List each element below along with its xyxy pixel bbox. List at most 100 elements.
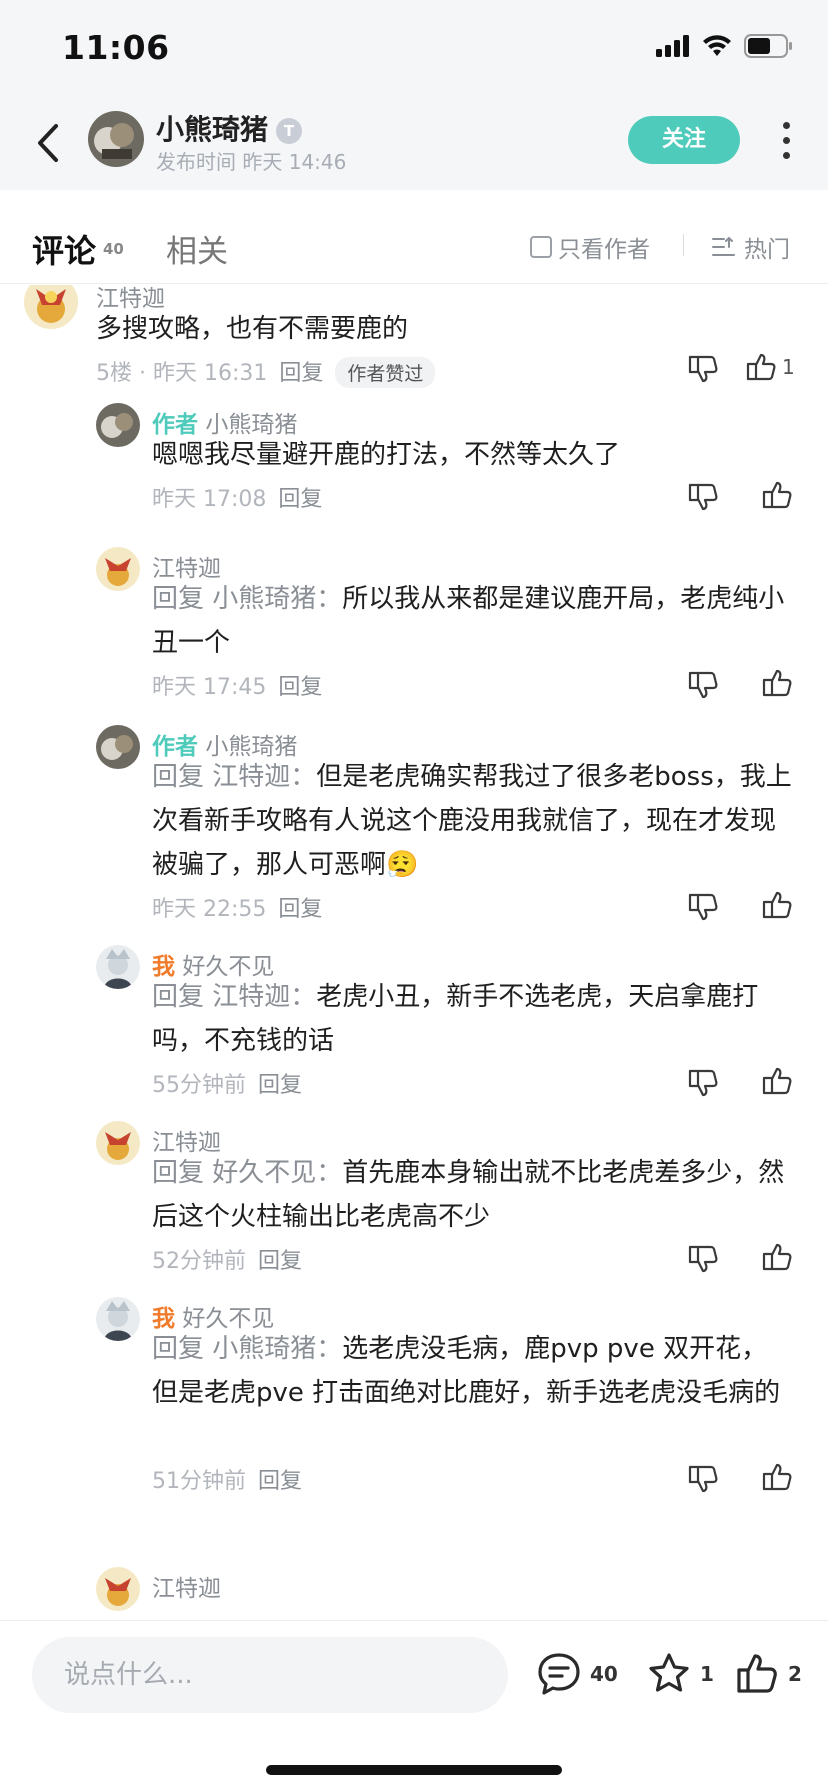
comment-meta: 昨天 17:08 回复: [152, 481, 322, 513]
author-name-text: 小熊琦猪: [156, 113, 269, 146]
commenter-avatar[interactable]: [96, 547, 140, 591]
reply-item: 江特迦 回复 好久不见：首先鹿本身输出就不比老虎差多少，然后这个火柱输出比老虎高…: [0, 1121, 828, 1296]
reply-button[interactable]: 回复: [279, 361, 323, 386]
like-icon[interactable]: [744, 351, 778, 385]
like-icon[interactable]: [760, 1461, 794, 1495]
star-icon: [649, 1653, 689, 1692]
author-name[interactable]: 小熊琦猪 T: [156, 108, 303, 148]
like-icon[interactable]: [760, 479, 794, 513]
dislike-icon[interactable]: [686, 667, 720, 701]
dislike-icon[interactable]: [686, 1241, 720, 1275]
comment-bubble-icon: [538, 1653, 580, 1695]
comment-time: 昨天 22:55: [152, 897, 267, 922]
like-post-button[interactable]: 2: [734, 1651, 802, 1697]
back-arrow-icon[interactable]: [30, 118, 70, 168]
sort-icon: [712, 236, 735, 256]
comment-text: 嗯嗯我尽量避开鹿的打法，不然等太久了: [152, 440, 621, 470]
comment-meta: 昨天 17:45 回复: [152, 669, 322, 701]
reply-button[interactable]: 回复: [258, 1469, 302, 1494]
favorite-button[interactable]: 1: [646, 1651, 714, 1697]
publish-time: 发布时间 昨天 14:46: [156, 150, 347, 174]
reply-button[interactable]: 回复: [258, 1073, 302, 1098]
comment-meta: 5楼 · 昨天 16:31 回复 作者赞过: [96, 355, 436, 388]
like-icon[interactable]: [760, 1241, 794, 1275]
commenter-avatar[interactable]: [96, 1567, 140, 1611]
like-icon[interactable]: [760, 1065, 794, 1099]
sort-selector[interactable]: 热门: [712, 230, 790, 264]
status-bar: 11:06: [0, 0, 828, 100]
comment-time: 昨天 17:45: [152, 675, 267, 700]
like-icon[interactable]: [760, 889, 794, 923]
comment-meta: 52分钟前 回复: [152, 1243, 302, 1275]
comment-text: 回复 小熊琦猪：选老虎没毛病，鹿pvp pve 双开花，但是老虎pve 打击面绝…: [152, 1327, 792, 1415]
dislike-icon[interactable]: [686, 351, 720, 385]
reply-button[interactable]: 回复: [258, 1249, 302, 1274]
comment-time: 52分钟前: [152, 1249, 246, 1274]
more-menu-icon[interactable]: [776, 122, 796, 162]
reply-item: 作者 小熊琦猪 回复 江特迦：但是老虎确实帮我过了很多老boss，我上次看新手攻…: [0, 725, 828, 945]
comment-floor-time: 5楼 · 昨天 16:31: [96, 361, 268, 386]
signal-icon: [656, 35, 689, 57]
dislike-icon[interactable]: [686, 1065, 720, 1099]
reply-button[interactable]: 回复: [278, 675, 322, 700]
commenter-avatar[interactable]: [96, 1297, 140, 1341]
reply-button[interactable]: 回复: [278, 487, 322, 512]
author-avatar[interactable]: [88, 111, 144, 167]
only-author-label: 只看作者: [558, 237, 650, 263]
dislike-icon[interactable]: [686, 889, 720, 923]
post-header: 小熊琦猪 T 发布时间 昨天 14:46 关注: [0, 100, 828, 190]
tab-comments[interactable]: 评论: [32, 226, 96, 272]
reply-item: 我 好久不见 回复 江特迦：老虎小丑，新手不选老虎，天启拿鹿打吗，不充钱的话 5…: [0, 945, 828, 1120]
comment-text: 回复 江特迦：但是老虎确实帮我过了很多老boss，我上次看新手攻略有人说这个鹿没…: [152, 755, 792, 887]
thumbs-up-icon: [737, 1654, 777, 1693]
tab-related[interactable]: 相关: [166, 226, 228, 271]
comment-time: 51分钟前: [152, 1469, 246, 1494]
tab-comments-label: 评论: [32, 232, 97, 270]
comment-text: 回复 小熊琦猪：所以我从来都是建议鹿开局，老虎纯小丑一个: [152, 577, 792, 665]
reply-item: 作者 小熊琦猪 嗯嗯我尽量避开鹿的打法，不然等太久了 昨天 17:08 回复: [0, 403, 828, 543]
home-indicator: [266, 1765, 562, 1775]
reply-to: 回复 江特迦：: [152, 762, 317, 792]
commenter-avatar[interactable]: [96, 725, 140, 769]
commenter-avatar[interactable]: [96, 945, 140, 989]
reply-item: 江特迦: [0, 1567, 828, 1620]
bottom-bar: 说点什么... 40 1 2: [0, 1620, 828, 1792]
commenter-avatar[interactable]: [24, 285, 78, 329]
reply-to: 回复 江特迦：: [152, 982, 317, 1012]
author-name: 江特迦: [152, 1576, 221, 1602]
comment-meta: 55分钟前 回复: [152, 1067, 302, 1099]
like-count: 2: [788, 1662, 802, 1686]
only-author-toggle[interactable]: 只看作者: [530, 230, 650, 264]
like-icon[interactable]: [760, 667, 794, 701]
reply-item: 我 好久不见 回复 小熊琦猪：选老虎没毛病，鹿pvp pve 双开花，但是老虎p…: [0, 1297, 828, 1517]
comment-tabs: 评论 40 相关 只看作者 热门: [0, 190, 828, 284]
comment-item: 江特迦 多搜攻略，也有不需要鹿的 5楼 · 昨天 16:31 回复 作者赞过 1: [0, 285, 828, 395]
follow-button[interactable]: 关注: [628, 116, 740, 164]
commenter-avatar[interactable]: [96, 1121, 140, 1165]
comment-text: 回复 好久不见：首先鹿本身输出就不比老虎差多少，然后这个火柱输出比老虎高不少: [152, 1151, 792, 1239]
author-liked-badge: 作者赞过: [335, 357, 436, 388]
comment-count: 40: [590, 1662, 618, 1686]
comment-author[interactable]: 江特迦: [152, 1569, 221, 1603]
comment-meta: 51分钟前 回复: [152, 1463, 302, 1495]
reply-to: 回复 好久不见：: [152, 1158, 343, 1188]
dislike-icon[interactable]: [686, 479, 720, 513]
star-count: 1: [700, 1662, 714, 1686]
reply-to: 回复 小熊琦猪：: [152, 584, 343, 614]
comment-text: 多搜攻略，也有不需要鹿的: [96, 314, 409, 344]
status-icons: [656, 34, 794, 58]
tab-comments-count: 40: [103, 240, 124, 258]
comment-list: 江特迦 多搜攻略，也有不需要鹿的 5楼 · 昨天 16:31 回复 作者赞过 1 作…: [0, 285, 828, 1620]
status-time: 11:06: [62, 28, 170, 67]
battery-icon: [744, 34, 792, 58]
comment-count-button[interactable]: 40: [536, 1651, 618, 1697]
dislike-icon[interactable]: [686, 1461, 720, 1495]
commenter-avatar[interactable]: [96, 403, 140, 447]
checkbox-icon[interactable]: [530, 236, 552, 258]
comment-meta: 昨天 22:55 回复: [152, 891, 322, 923]
reply-button[interactable]: 回复: [278, 897, 322, 922]
comment-text: 回复 江特迦：老虎小丑，新手不选老虎，天启拿鹿打吗，不充钱的话: [152, 975, 792, 1063]
reply-item: 江特迦 回复 小熊琦猪：所以我从来都是建议鹿开局，老虎纯小丑一个 昨天 17:4…: [0, 547, 828, 722]
comment-time: 昨天 17:08: [152, 487, 267, 512]
comment-input[interactable]: 说点什么...: [32, 1637, 508, 1713]
